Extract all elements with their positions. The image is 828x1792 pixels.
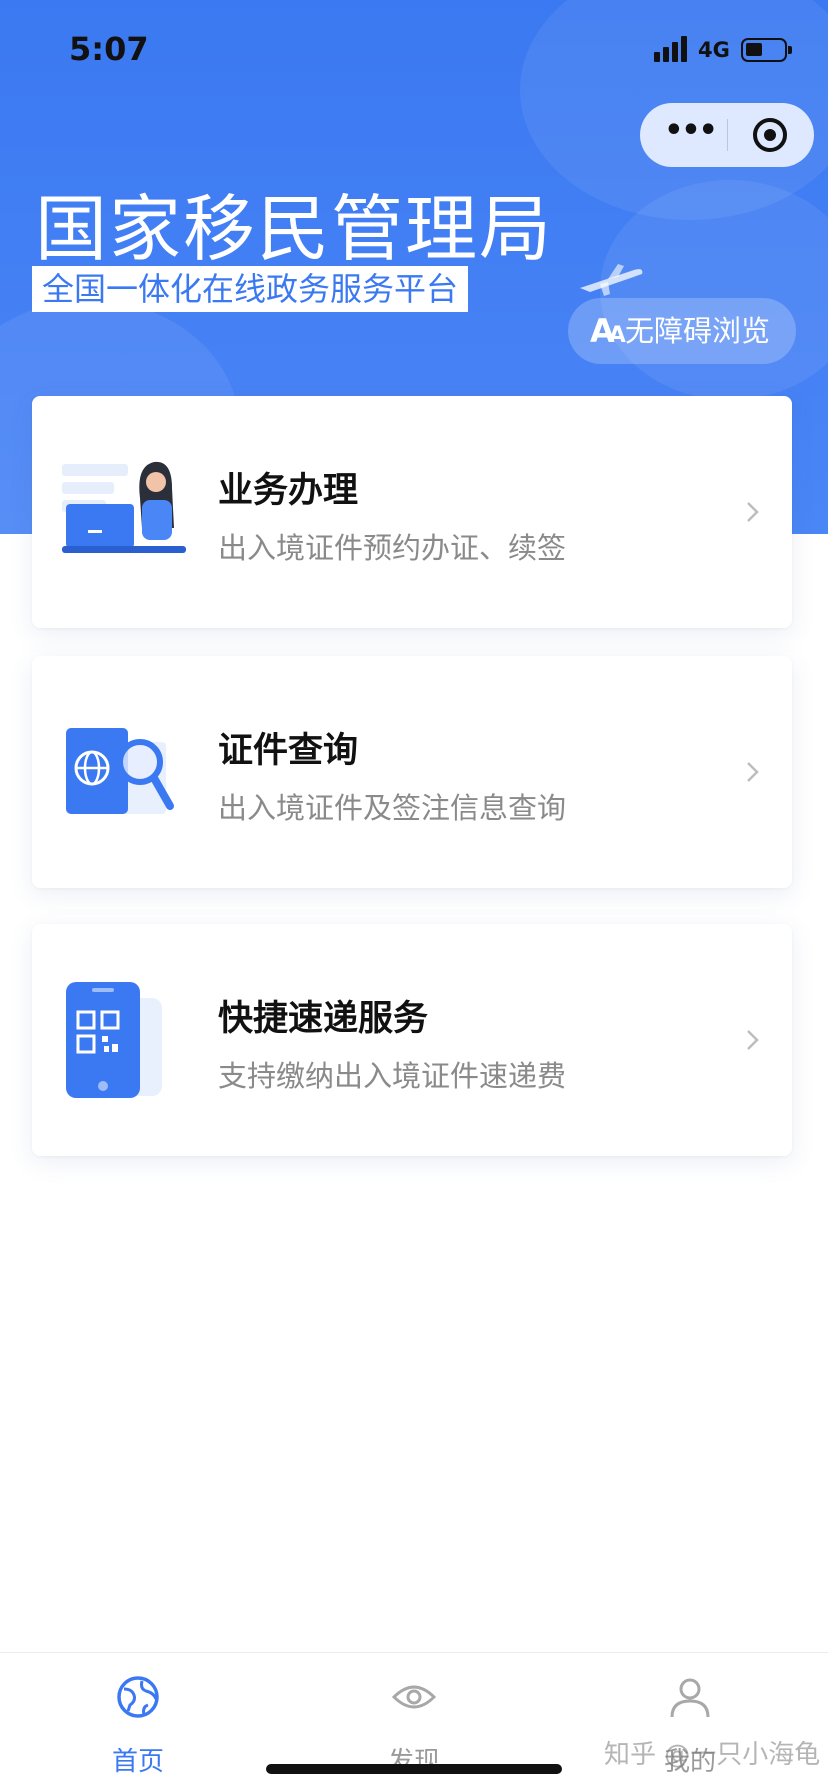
service-card-query[interactable]: 证件查询 出入境证件及签注信息查询 xyxy=(32,656,792,888)
accessibility-label: 无障碍浏览 xyxy=(625,314,771,348)
card-title: 快捷速递服务 xyxy=(218,999,429,1039)
card-description: 出入境证件及签注信息查询 xyxy=(218,791,567,825)
page-subtitle: 全国一体化在线政务服务平台 xyxy=(32,266,469,312)
passport-search-icon xyxy=(66,728,174,814)
service-card-express[interactable]: 快捷速递服务 支持缴纳出入境证件速递费 xyxy=(32,924,792,1156)
eye-icon xyxy=(392,1685,436,1709)
capsule-divider xyxy=(727,119,728,151)
page-title: 国家移民管理局 xyxy=(35,187,554,271)
accessibility-button[interactable]: AA 无障碍浏览 xyxy=(568,298,796,364)
card-title: 业务办理 xyxy=(218,471,359,511)
home-indicator xyxy=(266,1764,562,1774)
service-card-business[interactable]: 业务办理 出入境证件预约办证、续签 xyxy=(32,396,792,628)
card-description: 出入境证件预约办证、续签 xyxy=(218,531,567,565)
more-icon[interactable]: ••• xyxy=(662,116,718,153)
network-type: 4G xyxy=(698,38,730,62)
globe-icon xyxy=(117,1676,159,1718)
user-icon xyxy=(670,1678,710,1718)
signal-icon xyxy=(654,36,690,62)
font-size-icon: AA xyxy=(590,312,626,350)
airplane-icon xyxy=(580,264,643,296)
close-miniprogram-icon[interactable] xyxy=(753,118,787,152)
tab-home[interactable]: 首页 xyxy=(38,1653,238,1792)
tab-label: 首页 xyxy=(111,1747,164,1777)
miniprogram-capsule: ••• xyxy=(640,103,814,167)
card-description: 支持缴纳出入境证件速递费 xyxy=(218,1059,567,1093)
person-laptop-icon xyxy=(62,461,186,553)
battery-icon xyxy=(741,38,792,62)
card-title: 证件查询 xyxy=(218,731,359,771)
chevron-right-icon xyxy=(747,1030,759,1050)
tab-mine[interactable]: 我的 xyxy=(590,1653,790,1792)
chevron-right-icon xyxy=(747,762,759,782)
status-bar: 5:07 4G xyxy=(0,0,828,100)
watermark: 知乎 @一只小海龟 xyxy=(604,1740,821,1770)
phone-qr-icon xyxy=(66,982,162,1098)
status-time: 5:07 xyxy=(69,30,149,68)
chevron-right-icon xyxy=(747,502,759,522)
